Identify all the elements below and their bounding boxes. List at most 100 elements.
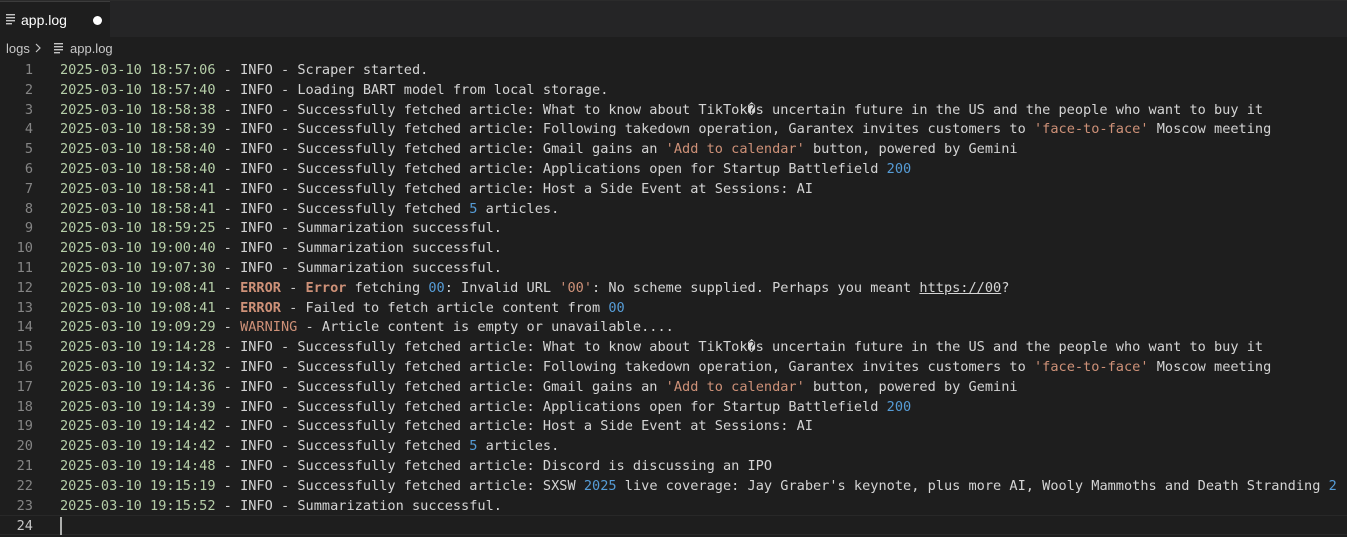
token-dash: - bbox=[215, 62, 241, 78]
token-msg: : No scheme supplied. Perhaps you meant bbox=[592, 279, 920, 296]
token-dash: - bbox=[297, 319, 322, 336]
breadcrumb-file[interactable]: app.log bbox=[70, 41, 113, 56]
token-err: ERROR bbox=[240, 299, 281, 316]
editor-line[interactable]: 4 2025-03-10 18:58:39 - INFO - Successful… bbox=[0, 119, 1347, 139]
editor-line[interactable]: 23 2025-03-10 19:15:52 - INFO - Summariza… bbox=[0, 496, 1347, 516]
editor-line[interactable]: 10 2025-03-10 19:00:40 - INFO - Summariza… bbox=[0, 238, 1347, 258]
editor-line[interactable]: 22 2025-03-10 19:15:19 - INFO - Successfu… bbox=[0, 476, 1347, 496]
line-content: 2025-03-10 19:08:41 - ERROR - Error fetc… bbox=[60, 280, 1009, 296]
chevron-right-icon bbox=[35, 43, 41, 53]
token-dash: - bbox=[280, 279, 306, 296]
line-number: 20 bbox=[16, 438, 33, 455]
token-dash: - bbox=[215, 418, 241, 435]
token-msg: Successfully fetched article: Discord is… bbox=[297, 458, 773, 474]
token-ts: 2025-03-10 19:15:19 bbox=[60, 477, 216, 494]
line-content: 2025-03-10 19:14:28 - INFO - Successfull… bbox=[60, 339, 1263, 355]
token-info: INFO bbox=[240, 339, 273, 356]
line-number: 14 bbox=[16, 319, 33, 336]
token-info: INFO bbox=[240, 438, 273, 455]
line-content: 2025-03-10 19:14:48 - INFO - Successfull… bbox=[60, 458, 772, 474]
token-msg: Successfully fetched article: What to kn… bbox=[297, 101, 1264, 118]
token-ts: 2025-03-10 19:08:41 bbox=[60, 279, 216, 296]
editor-line[interactable]: 9 2025-03-10 18:59:25 - INFO - Summarizat… bbox=[0, 218, 1347, 238]
token-dash: - bbox=[215, 101, 241, 118]
token-info: INFO bbox=[240, 200, 273, 217]
token-ts: 2025-03-10 19:07:30 bbox=[60, 260, 216, 276]
token-ts: 2025-03-10 18:58:39 bbox=[60, 121, 216, 138]
editor-line[interactable]: 8 2025-03-10 18:58:41 - INFO - Successful… bbox=[0, 199, 1347, 219]
editor-line[interactable]: 12 2025-03-10 19:08:41 - ERROR - Error fe… bbox=[0, 278, 1347, 298]
editor-line[interactable]: 5 2025-03-10 18:58:40 - INFO - Successful… bbox=[0, 139, 1347, 159]
editor-line[interactable]: 19 2025-03-10 19:14:42 - INFO - Successfu… bbox=[0, 416, 1347, 436]
editor-line[interactable]: 24 bbox=[0, 515, 1347, 536]
token-dash: - bbox=[215, 339, 241, 356]
token-info: INFO bbox=[240, 398, 273, 415]
line-content: 2025-03-10 19:08:41 - ERROR - Failed to … bbox=[60, 300, 625, 316]
token-info: INFO bbox=[240, 220, 273, 237]
token-dash: - bbox=[215, 260, 241, 276]
token-msg: Successfully fetched article: Following … bbox=[297, 121, 1034, 138]
token-num: 00 bbox=[428, 279, 445, 296]
editor-line[interactable]: 2 2025-03-10 18:57:40 - INFO - Loading BA… bbox=[0, 80, 1347, 100]
token-msg: Successfully fetched article: SXSW bbox=[297, 477, 584, 494]
token-ts: 2025-03-10 19:15:52 bbox=[60, 497, 216, 514]
breadcrumb-folder[interactable]: logs bbox=[6, 41, 30, 56]
line-number: 18 bbox=[16, 398, 33, 415]
token-dash: - bbox=[215, 497, 241, 514]
line-content: 2025-03-10 19:14:39 - INFO - Successfull… bbox=[60, 399, 911, 415]
token-dash: - bbox=[215, 180, 241, 197]
token-msg: Loading BART model from local storage. bbox=[297, 81, 609, 98]
token-dash: - bbox=[272, 398, 298, 415]
editor-line[interactable]: 18 2025-03-10 19:14:39 - INFO - Successfu… bbox=[0, 397, 1347, 417]
unsaved-dot-icon[interactable] bbox=[93, 16, 102, 25]
line-content: 2025-03-10 19:09:29 - WARNING - Article … bbox=[60, 319, 674, 335]
editor-line[interactable]: 13 2025-03-10 19:08:41 - ERROR - Failed t… bbox=[0, 298, 1347, 318]
line-content: 2025-03-10 19:14:36 - INFO - Successfull… bbox=[60, 379, 1018, 395]
token-dash: - bbox=[272, 260, 298, 276]
editor-line[interactable]: 17 2025-03-10 19:14:36 - INFO - Successfu… bbox=[0, 377, 1347, 397]
token-msg: articles. bbox=[477, 200, 560, 217]
line-content: 2025-03-10 19:14:32 - INFO - Successfull… bbox=[60, 359, 1271, 375]
token-dash: - bbox=[272, 141, 298, 158]
line-number: 15 bbox=[16, 339, 33, 356]
editor-line[interactable]: 11 2025-03-10 19:07:30 - INFO - Summariza… bbox=[0, 258, 1347, 278]
token-dash: - bbox=[272, 81, 298, 98]
token-msg: Successfully fetched bbox=[297, 438, 470, 455]
editor-line[interactable]: 16 2025-03-10 19:14:32 - INFO - Successfu… bbox=[0, 357, 1347, 377]
editor-line[interactable]: 20 2025-03-10 19:14:42 - INFO - Successfu… bbox=[0, 436, 1347, 456]
token-msg: Successfully fetched article: What to kn… bbox=[297, 339, 1264, 356]
token-info: INFO bbox=[240, 240, 273, 257]
editor-line[interactable]: 3 2025-03-10 18:58:38 - INFO - Successful… bbox=[0, 100, 1347, 120]
token-dash: - bbox=[272, 378, 298, 395]
token-info: INFO bbox=[240, 81, 273, 98]
token-msg: Scraper started. bbox=[297, 62, 429, 78]
token-ts: 2025-03-10 19:09:29 bbox=[60, 319, 216, 336]
token-dash: - bbox=[215, 161, 241, 177]
token-msg: Successfully fetched article: Host a Sid… bbox=[297, 180, 813, 197]
token-dash: - bbox=[215, 220, 241, 237]
token-num: 200 bbox=[886, 161, 912, 177]
token-ts: 2025-03-10 19:14:36 bbox=[60, 378, 216, 395]
line-content: 2025-03-10 19:14:42 - INFO - Successfull… bbox=[60, 438, 559, 454]
token-dash: - bbox=[272, 497, 298, 514]
editor-line[interactable]: 7 2025-03-10 18:58:41 - INFO - Successful… bbox=[0, 179, 1347, 199]
token-link[interactable]: https://00 bbox=[919, 280, 1001, 296]
editor-line[interactable]: 15 2025-03-10 19:14:28 - INFO - Successfu… bbox=[0, 337, 1347, 357]
line-number: 12 bbox=[16, 279, 33, 296]
line-content: 2025-03-10 19:15:52 - INFO - Summarizati… bbox=[60, 498, 502, 514]
editor-line[interactable]: 1 2025-03-10 18:57:06 - INFO - Scraper st… bbox=[0, 60, 1347, 80]
editor-line[interactable]: 6 2025-03-10 18:58:40 - INFO - Successful… bbox=[0, 159, 1347, 179]
line-content: 2025-03-10 19:07:30 - INFO - Summarizati… bbox=[60, 260, 502, 276]
token-dash: - bbox=[272, 477, 298, 494]
token-num: 2025 bbox=[583, 477, 617, 494]
token-msg: articles. bbox=[477, 438, 560, 455]
tab-app-log[interactable]: app.log bbox=[0, 1, 110, 38]
editor-line[interactable]: 14 2025-03-10 19:09:29 - WARNING - Articl… bbox=[0, 317, 1347, 337]
text-cursor bbox=[60, 517, 62, 536]
token-dash: - bbox=[272, 339, 298, 356]
token-msg: fetching bbox=[346, 279, 429, 296]
editor-line[interactable]: 21 2025-03-10 19:14:48 - INFO - Successfu… bbox=[0, 456, 1347, 476]
token-str: 'Add to calendar' bbox=[665, 378, 805, 395]
code-editor[interactable]: 1 2025-03-10 18:57:06 - INFO - Scraper st… bbox=[0, 60, 1347, 537]
token-dash: - bbox=[272, 161, 298, 177]
